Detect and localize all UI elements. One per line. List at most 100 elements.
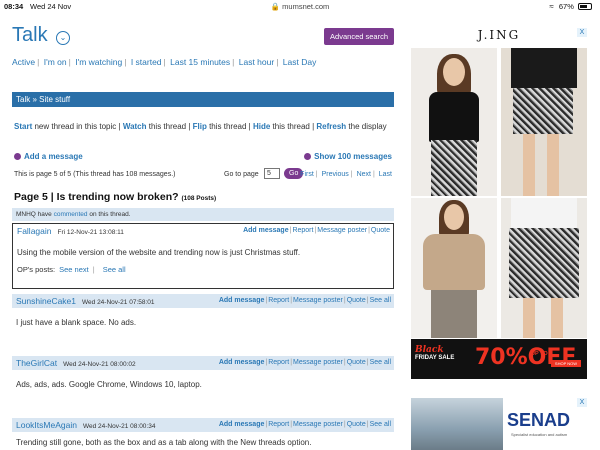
goto-label: Go to page bbox=[224, 171, 259, 178]
post-actions: Add message|Report|Message poster|Quote|… bbox=[218, 421, 391, 428]
nav-i-started[interactable]: I started bbox=[131, 57, 162, 67]
chevron-down-icon[interactable]: ⌄ bbox=[56, 31, 70, 45]
quote-button[interactable]: Quote bbox=[371, 227, 390, 234]
main-content: Talk ⌄ Advanced search bbox=[12, 22, 394, 52]
op-posts-row: OP's posts: See next | See all bbox=[17, 265, 126, 274]
address-bar[interactable]: 🔒 mumsnet.com bbox=[0, 2, 600, 11]
quote-button[interactable]: Quote bbox=[347, 297, 366, 304]
flip-thread-link[interactable]: Flip bbox=[193, 122, 207, 131]
mnhq-commented-link[interactable]: commented bbox=[54, 211, 88, 218]
post-actions: Add message|Report|Message poster|Quote|… bbox=[218, 359, 391, 366]
breadcrumb[interactable]: Talk » Site stuff bbox=[12, 92, 394, 107]
report-button[interactable]: Report bbox=[268, 421, 289, 428]
post-header: Fallagain Fri 12-Nov-21 13:08:11 Add mess… bbox=[13, 224, 393, 238]
post-time: Wed 24-Nov-21 08:00:34 bbox=[82, 423, 156, 430]
report-button[interactable]: Report bbox=[292, 227, 313, 234]
ad-tagline: Specialist education and autism bbox=[511, 432, 568, 437]
post-header: SunshineCake1 Wed 24-Nov-21 07:58:01 Add … bbox=[12, 294, 394, 308]
report-button[interactable]: Report bbox=[268, 359, 289, 366]
banner-upto: UP TO bbox=[531, 351, 548, 357]
message-poster-button[interactable]: Message poster bbox=[317, 227, 367, 234]
nav-last-day[interactable]: Last Day bbox=[283, 57, 317, 67]
post: TheGirlCat Wed 24-Nov-21 08:00:02 Add mes… bbox=[12, 356, 394, 395]
add-message-button[interactable]: Add message bbox=[243, 227, 289, 234]
last-page-link[interactable]: Last bbox=[379, 171, 392, 178]
nav-last-15-minutes[interactable]: Last 15 minutes bbox=[170, 57, 230, 67]
previous-page-link[interactable]: Previous bbox=[322, 171, 349, 178]
hide-thread-link[interactable]: Hide bbox=[253, 122, 270, 131]
watch-thread-link[interactable]: Watch bbox=[123, 122, 147, 131]
black-friday-banner[interactable]: Black FRIDAY SALE 70%OFF UP TO SHOP NOW bbox=[411, 339, 587, 379]
paging-row: This is page 5 of 5 (This thread has 108… bbox=[14, 168, 392, 182]
post-actions: Add message|Report|Message poster|Quote|… bbox=[218, 297, 391, 304]
report-button[interactable]: Report bbox=[268, 297, 289, 304]
post-op: Fallagain Fri 12-Nov-21 13:08:11 Add mess… bbox=[12, 223, 394, 289]
poster-name[interactable]: SunshineCake1 Wed 24-Nov-21 07:58:01 bbox=[16, 296, 155, 306]
post-body: Using the mobile version of the website … bbox=[17, 248, 301, 257]
status-bar: 08:34 Wed 24 Nov 🔒 mumsnet.com ≈ 67% bbox=[0, 0, 600, 12]
see-all-button[interactable]: See all bbox=[370, 421, 391, 428]
see-all-button[interactable]: See all bbox=[370, 297, 391, 304]
post-time: Wed 24-Nov-21 07:58:01 bbox=[82, 299, 155, 306]
arrow-circle-icon bbox=[14, 153, 21, 160]
see-all-button[interactable]: See all bbox=[370, 359, 391, 366]
message-poster-button[interactable]: Message poster bbox=[293, 359, 343, 366]
poster-name[interactable]: Fallagain Fri 12-Nov-21 13:08:11 bbox=[17, 226, 124, 236]
post-time: Wed 24-Nov-21 08:00:02 bbox=[63, 361, 136, 368]
next-page-link[interactable]: Next bbox=[357, 171, 371, 178]
senad-ad[interactable]: SENAD Specialist education and autism X bbox=[411, 398, 587, 450]
message-poster-button[interactable]: Message poster bbox=[293, 297, 343, 304]
ad-photo bbox=[501, 48, 587, 196]
ad-close-icon[interactable]: X bbox=[577, 398, 587, 407]
banner-title: Black FRIDAY SALE bbox=[415, 345, 455, 362]
message-poster-button[interactable]: Message poster bbox=[293, 421, 343, 428]
talk-nav: Active | I'm on | I'm watching | I started |… bbox=[12, 57, 317, 67]
nav-im-watching[interactable]: I'm watching bbox=[75, 57, 122, 67]
ad-photo bbox=[411, 398, 503, 450]
nav-im-on[interactable]: I'm on bbox=[44, 57, 67, 67]
start-thread-link[interactable]: Start bbox=[14, 122, 32, 131]
add-message-button[interactable]: Add message bbox=[219, 421, 265, 428]
post-time: Fri 12-Nov-21 13:08:11 bbox=[57, 229, 124, 236]
ad-brand-logo: SENAD bbox=[507, 410, 571, 430]
add-message-link[interactable]: Add a message bbox=[14, 152, 83, 161]
battery-percent: 67% bbox=[558, 2, 574, 11]
nav-last-hour[interactable]: Last hour bbox=[239, 57, 274, 67]
talk-header: Talk ⌄ Advanced search bbox=[12, 22, 394, 52]
quote-button[interactable]: Quote bbox=[347, 359, 366, 366]
post-actions: Add message|Report|Message poster|Quote bbox=[243, 227, 390, 234]
post-body: I just have a blank space. No ads. bbox=[16, 318, 137, 327]
wifi-icon: ≈ bbox=[549, 2, 554, 11]
nav-active[interactable]: Active bbox=[12, 57, 35, 67]
add-message-button[interactable]: Add message bbox=[219, 297, 265, 304]
page-links: First | Previous | Next | Last bbox=[300, 171, 392, 178]
thread-title: Page 5 | Is trending now broken? (108 Po… bbox=[14, 191, 217, 203]
add-message-button[interactable]: Add message bbox=[219, 359, 265, 366]
first-page-link[interactable]: First bbox=[300, 171, 314, 178]
ad-photo bbox=[411, 198, 497, 338]
fashion-ad[interactable]: J.ING X bbox=[411, 28, 587, 380]
lock-icon: 🔒 bbox=[270, 2, 281, 11]
message-actions-row: Add a message Show 100 messages bbox=[14, 152, 392, 164]
battery-indicator: ≈ 67% bbox=[549, 2, 592, 11]
poster-name[interactable]: LookItsMeAgain Wed 24-Nov-21 08:00:34 bbox=[16, 420, 155, 430]
page-title: Talk bbox=[12, 24, 48, 46]
post-count: (108 Posts) bbox=[181, 195, 217, 202]
post: LookItsMeAgain Wed 24-Nov-21 08:00:34 Add… bbox=[12, 418, 394, 450]
see-all-link[interactable]: See all bbox=[103, 265, 126, 274]
see-next-link[interactable]: See next bbox=[59, 265, 89, 274]
shop-now-button[interactable]: SHOP NOW bbox=[551, 360, 581, 367]
mnhq-notice: MNHQ have commented on this thread. bbox=[12, 208, 394, 221]
page-number-input[interactable]: 5 bbox=[264, 168, 280, 179]
quote-button[interactable]: Quote bbox=[347, 421, 366, 428]
ad-brand-logo: J.ING bbox=[477, 28, 521, 42]
refresh-link[interactable]: Refresh bbox=[316, 122, 346, 131]
poster-name[interactable]: TheGirlCat Wed 24-Nov-21 08:00:02 bbox=[16, 358, 136, 368]
show-100-link[interactable]: Show 100 messages bbox=[304, 152, 392, 161]
post: SunshineCake1 Wed 24-Nov-21 07:58:01 Add … bbox=[12, 294, 394, 333]
post-body: Trending still gone, both as the box and… bbox=[16, 438, 312, 447]
post-header: LookItsMeAgain Wed 24-Nov-21 08:00:34 Add… bbox=[12, 418, 394, 432]
advanced-search-button[interactable]: Advanced search bbox=[324, 28, 394, 45]
post-body: Ads, ads, ads. Google Chrome, Windows 10… bbox=[16, 380, 202, 389]
ad-close-icon[interactable]: X bbox=[577, 28, 587, 37]
